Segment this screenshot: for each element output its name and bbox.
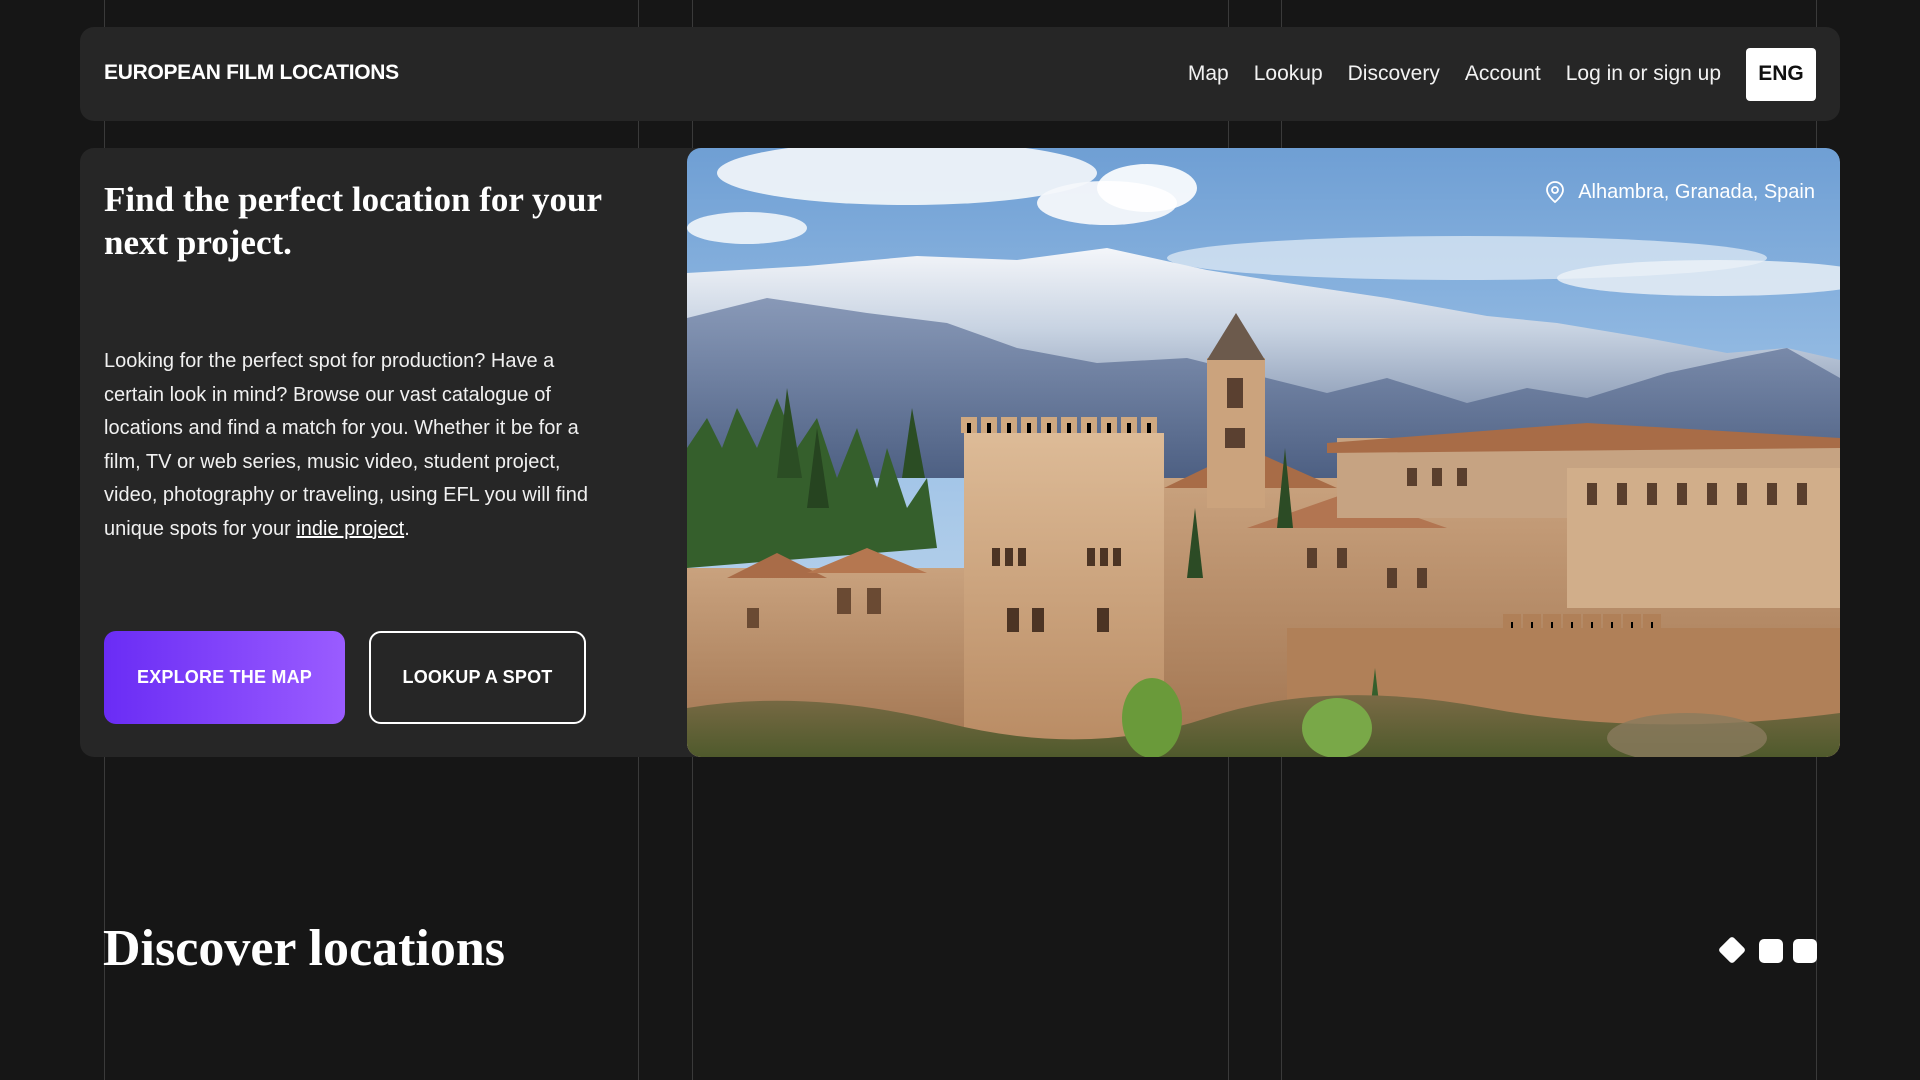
nav-map[interactable]: Map <box>1188 62 1229 86</box>
location-label: Alhambra, Granada, Spain <box>1578 180 1815 203</box>
language-button[interactable]: ENG <box>1746 47 1816 101</box>
carousel-dot-active[interactable] <box>1717 935 1747 965</box>
nav-discovery[interactable]: Discovery <box>1348 62 1440 86</box>
lookup-spot-button[interactable]: LOOKUP A SPOT <box>369 631 586 724</box>
main-nav: Map Lookup Discovery Account Log in or s… <box>1163 47 1816 101</box>
nav-account[interactable]: Account <box>1465 62 1541 86</box>
map-pin-icon <box>1546 181 1565 204</box>
carousel-dot[interactable] <box>1793 939 1817 963</box>
nav-lookup[interactable]: Lookup <box>1254 62 1323 86</box>
site-header: EUROPEAN FILM LOCATIONS Map Lookup Disco… <box>80 27 1840 121</box>
hero-description-text: Looking for the perfect spot for product… <box>104 350 588 540</box>
discover-title: Discover locations <box>103 920 505 977</box>
hero-description: Looking for the perfect spot for product… <box>104 345 604 546</box>
hero-description-end: . <box>404 517 410 540</box>
location-tag: Alhambra, Granada, Spain <box>1544 180 1815 204</box>
carousel-dot[interactable] <box>1759 939 1783 963</box>
site-logo[interactable]: EUROPEAN FILM LOCATIONS <box>104 61 399 85</box>
hero-section: Find the perfect location for your next … <box>80 148 1840 757</box>
explore-map-button[interactable]: EXPLORE THE MAP <box>104 631 345 724</box>
indie-project-link[interactable]: indie project <box>296 518 404 540</box>
carousel-controls <box>1717 935 1818 965</box>
nav-login-signup[interactable]: Log in or sign up <box>1566 62 1721 86</box>
alhambra-photo <box>687 148 1840 757</box>
page: EUROPEAN FILM LOCATIONS Map Lookup Disco… <box>0 0 1920 1080</box>
hero-image: Alhambra, Granada, Spain <box>687 148 1840 757</box>
hero-title: Find the perfect location for your next … <box>104 180 602 262</box>
